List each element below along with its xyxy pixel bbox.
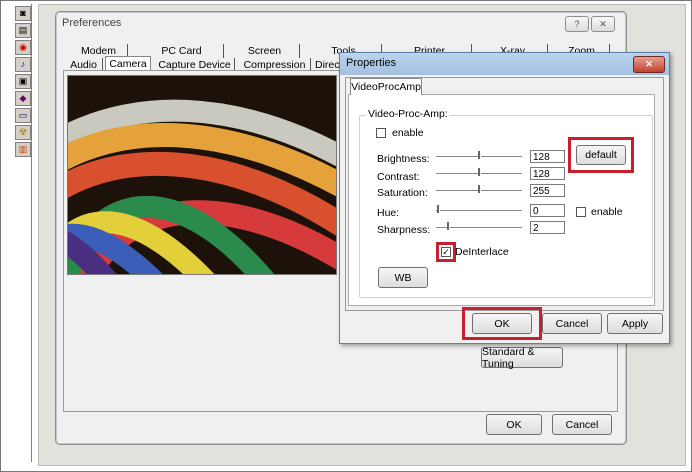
sharpness-label: Sharpness: bbox=[377, 224, 431, 236]
default-button-highlight bbox=[568, 137, 634, 173]
chart-icon[interactable]: ▥ bbox=[15, 142, 31, 157]
deinterlace-label: DeInterlace bbox=[455, 246, 509, 258]
hue-enable-label: enable bbox=[591, 206, 623, 218]
contrast-value[interactable]: 128 bbox=[530, 167, 565, 180]
wb-button[interactable]: WB bbox=[378, 267, 428, 288]
help-button[interactable]: ? bbox=[565, 16, 589, 32]
enable-label: enable bbox=[392, 127, 424, 139]
tab-videoprocamp[interactable]: VideoProcAmp bbox=[350, 78, 422, 95]
tab-pc-card[interactable]: PC Card bbox=[140, 44, 224, 58]
preferences-ok-button[interactable]: OK bbox=[486, 414, 542, 435]
saturation-value[interactable]: 255 bbox=[530, 184, 565, 197]
wrench-icon[interactable]: ◆ bbox=[15, 91, 31, 106]
preferences-cancel-button[interactable]: Cancel bbox=[552, 414, 612, 435]
brightness-value[interactable]: 128 bbox=[530, 150, 565, 163]
properties-title: Properties bbox=[346, 57, 397, 69]
camera-preview-image bbox=[67, 75, 337, 275]
preferences-title: Preferences bbox=[62, 17, 122, 29]
contrast-thumb[interactable] bbox=[478, 168, 481, 176]
radiation-icon[interactable]: ☢ bbox=[15, 125, 31, 140]
film-icon[interactable]: ▤ bbox=[15, 23, 31, 38]
standard-tuning-button[interactable]: Standard & Tuning bbox=[481, 346, 563, 370]
deinterlace-highlight bbox=[436, 242, 456, 262]
brightness-thumb[interactable] bbox=[478, 151, 481, 159]
properties-dialog: Properties ✕ VideoProcAmp Video-Proc-Amp… bbox=[339, 52, 670, 344]
hue-thumb[interactable] bbox=[437, 205, 440, 213]
left-toolbar: ◙ ▤ ◉ ♪ ▣ ◆ ▭ ☢ ▥ bbox=[12, 4, 34, 462]
hue-slider[interactable] bbox=[436, 210, 522, 212]
camcorder-icon[interactable]: ▣ bbox=[15, 74, 31, 89]
properties-apply-button[interactable]: Apply bbox=[607, 313, 663, 334]
brightness-label: Brightness: bbox=[377, 153, 430, 165]
saturation-label: Saturation: bbox=[377, 187, 428, 199]
hue-label: Hue: bbox=[377, 207, 400, 219]
ok-button-highlight bbox=[462, 307, 542, 340]
sharpness-thumb[interactable] bbox=[447, 222, 450, 230]
properties-cancel-button[interactable]: Cancel bbox=[542, 313, 602, 334]
contrast-label: Contrast: bbox=[377, 171, 420, 183]
tab-screen[interactable]: Screen bbox=[230, 44, 300, 58]
enable-checkbox[interactable] bbox=[376, 128, 386, 138]
close-button[interactable]: ✕ bbox=[591, 16, 615, 32]
hue-enable-checkbox[interactable] bbox=[576, 207, 586, 217]
group-label: Video-Proc-Amp: bbox=[366, 108, 450, 120]
hue-value[interactable]: 0 bbox=[530, 204, 565, 217]
toolbar-separator bbox=[31, 4, 32, 462]
speaker-icon[interactable]: ♪ bbox=[15, 57, 31, 72]
camera-icon[interactable]: ◙ bbox=[15, 6, 31, 21]
lips-icon[interactable]: ◉ bbox=[15, 40, 31, 55]
sharpness-value[interactable]: 2 bbox=[530, 221, 565, 234]
saturation-thumb[interactable] bbox=[478, 185, 481, 193]
monitor-icon[interactable]: ▭ bbox=[15, 108, 31, 123]
properties-close-button[interactable]: ✕ bbox=[633, 56, 665, 73]
